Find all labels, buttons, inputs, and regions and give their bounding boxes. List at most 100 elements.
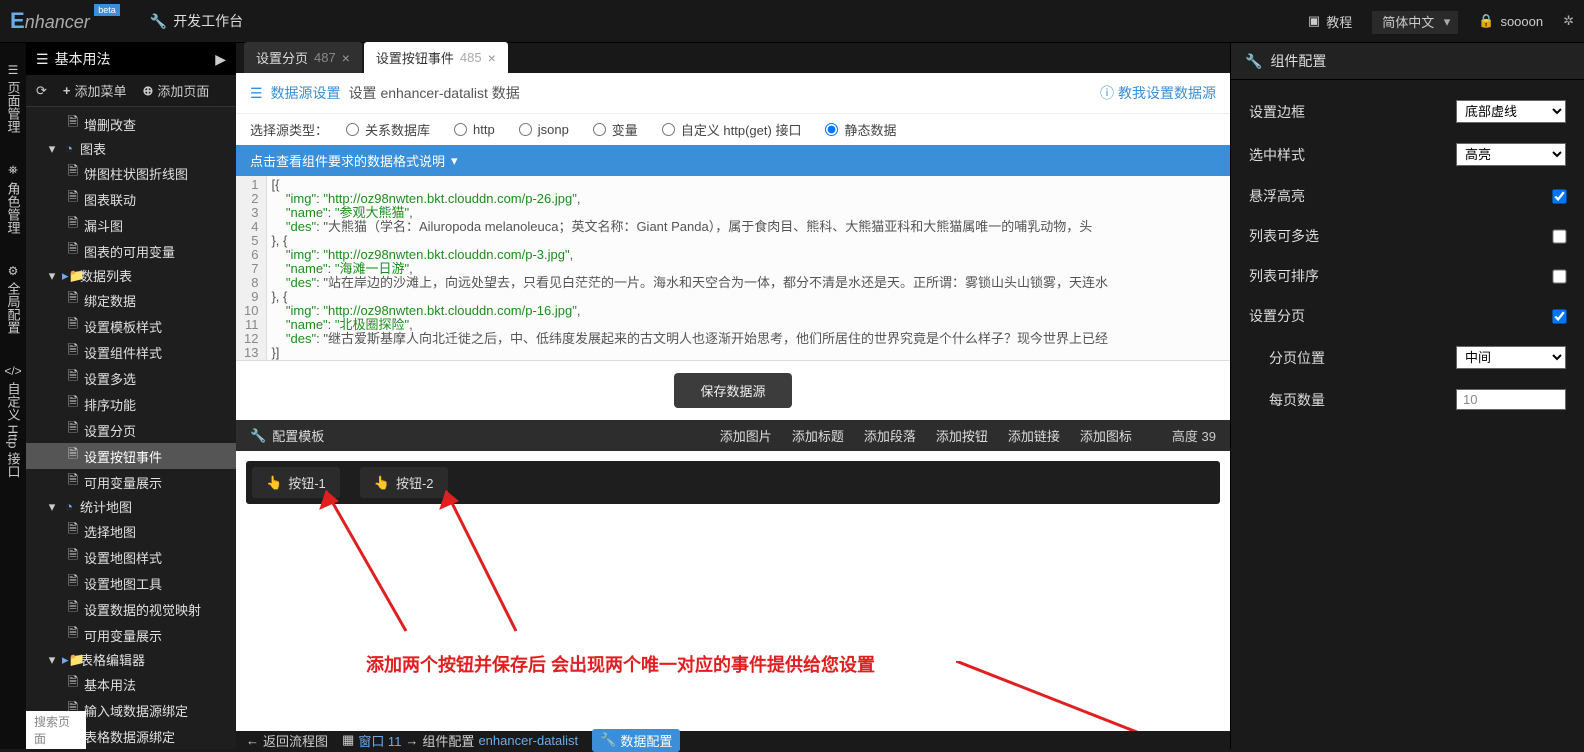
vertical-nav: ☰页面管理 ⛯角色管理 ⚙全局配置 </>自定义 Http 接口 (0, 43, 26, 749)
arrow-left-icon: ← (246, 733, 259, 748)
code-content[interactable]: [{ "img": "http://oz98nwten.bkt.clouddn.… (267, 176, 1230, 360)
tree-item[interactable]: 🗎饼图柱状图折线图 (26, 160, 236, 186)
annotation-arrow (426, 481, 546, 641)
source-type-label: 选择源类型： (250, 120, 328, 139)
vert-role-mgmt[interactable]: ⛯角色管理 (4, 163, 23, 234)
chevron-down-icon: ▾ (451, 153, 458, 169)
tab-button-events[interactable]: 设置按钮事件485 × (364, 42, 508, 73)
sidebar: ☰ 基本用法 ▶ ⟳ +添加菜单 ⊕添加页面 🗎增删改查▾◔图表🗎饼图柱状图折线… (26, 43, 236, 749)
sel-style-select[interactable]: 高亮 (1456, 143, 1566, 166)
tree-item[interactable]: 🗎设置分页 (26, 417, 236, 443)
tree-item[interactable]: 🗎绑定数据 (26, 287, 236, 313)
vert-page-mgmt[interactable]: ☰页面管理 (4, 63, 23, 133)
wrench-icon: 🔧 (150, 13, 167, 30)
source-type-option[interactable]: http (454, 120, 495, 139)
tree-item[interactable]: 🗎排序功能 (26, 391, 236, 417)
close-icon[interactable]: × (488, 50, 496, 66)
vert-global-conf[interactable]: ⚙全局配置 (4, 264, 23, 334)
format-hint-banner[interactable]: 点击查看组件要求的数据格式说明 ▾ (236, 145, 1230, 176)
prop-pagesize-label: 每页数量 (1269, 390, 1325, 410)
tree-item[interactable]: 🗎基本用法 (26, 671, 236, 697)
window-link[interactable]: 窗口 11 (358, 731, 401, 750)
sort-checkbox[interactable] (1552, 269, 1566, 283)
source-type-option[interactable]: 静态数据 (825, 120, 896, 139)
height-value: 39 (1202, 429, 1216, 444)
tree-item[interactable]: 🗎设置模板样式 (26, 313, 236, 339)
pointer-icon: 👆 (266, 475, 282, 491)
tree-item[interactable]: 🗎选择地图 (26, 518, 236, 544)
top-bar: Enhancer beta 🔧 开发工作台 ▣ 教程 简体中文 🔒 soooon… (0, 0, 1584, 43)
settings-icon[interactable]: ✲ (1563, 13, 1574, 29)
tab-settings-paging[interactable]: 设置分页487 × (244, 42, 362, 73)
template-action[interactable]: 添加链接 (1008, 426, 1060, 445)
back-link[interactable]: ← 返回流程图 (246, 731, 328, 750)
component-name-link[interactable]: enhancer-datalist (478, 733, 578, 748)
source-type-option[interactable]: 关系数据库 (346, 120, 430, 139)
source-type-row: 选择源类型： 关系数据库 http jsonp 变量 自定义 http(get)… (236, 113, 1230, 145)
page-size-input[interactable] (1456, 389, 1566, 410)
template-action[interactable]: 添加标题 (792, 426, 844, 445)
info-icon: ⓘ (1100, 83, 1114, 103)
sidebar-header: ☰ 基本用法 ▶ (26, 43, 236, 75)
tutorial-link[interactable]: ▣ 教程 (1308, 12, 1352, 31)
user-menu[interactable]: 🔒 soooon (1478, 13, 1543, 29)
workbench-link[interactable]: 🔧 开发工作台 (150, 11, 243, 31)
border-select[interactable]: 底部虚线 (1456, 100, 1566, 123)
tree-item[interactable]: 🗎设置按钮事件 (26, 443, 236, 469)
tree-item[interactable]: 🗎图表的可用变量 (26, 238, 236, 264)
component-label: 组件配置 (422, 731, 474, 750)
template-toolbar: 🔧 配置模板 添加图片添加标题添加段落添加按钮添加链接添加图标 高度 39 (236, 420, 1230, 451)
annotation-arrow (306, 481, 426, 641)
tree-item[interactable]: 🗎图表联动 (26, 186, 236, 212)
tree-item[interactable]: 🗎设置地图工具 (26, 570, 236, 596)
tree-item[interactable]: ▾▸📁数据列表 (26, 264, 236, 287)
tree-item[interactable]: ▾◔图表 (26, 137, 236, 160)
page-pos-select[interactable]: 中间 (1456, 346, 1566, 369)
paging-checkbox[interactable] (1552, 309, 1566, 323)
tree-item[interactable]: 🗎可用变量展示 (26, 469, 236, 495)
line-gutter: 12345678910111213 (236, 176, 267, 360)
tree-item[interactable]: 🗎设置多选 (26, 365, 236, 391)
tree-item[interactable]: 🗎设置地图样式 (26, 544, 236, 570)
tree-item[interactable]: ▾◔统计地图 (26, 495, 236, 518)
template-action[interactable]: 添加段落 (864, 426, 916, 445)
add-menu-button[interactable]: +添加菜单 (63, 81, 127, 100)
source-type-option[interactable]: jsonp (519, 120, 569, 139)
prop-pagepos-label: 分页位置 (1269, 348, 1325, 368)
prop-multi-label: 列表可多选 (1249, 226, 1319, 246)
source-type-option[interactable]: 变量 (593, 120, 638, 139)
source-type-option[interactable]: 自定义 http(get) 接口 (662, 120, 802, 139)
tree-item[interactable]: 🗎设置组件样式 (26, 339, 236, 365)
template-action[interactable]: 添加按钮 (936, 426, 988, 445)
datasource-title: 设置 enhancer-datalist 数据 (349, 83, 520, 103)
data-config-button[interactable]: 🔧 数据配置 (592, 729, 680, 752)
template-action[interactable]: 添加图标 (1080, 426, 1132, 445)
search-input[interactable]: 搜索页面 (26, 711, 86, 749)
lock-icon: 🔒 (1478, 13, 1494, 29)
tree-item[interactable]: 🗎设置数据的视觉映射 (26, 596, 236, 622)
tree-item[interactable]: ▾▸📁表格编辑器 (26, 648, 236, 671)
language-select[interactable]: 简体中文 (1372, 11, 1458, 34)
datasource-settings-link[interactable]: 数据源设置 (271, 83, 341, 103)
logo: Enhancer beta (10, 8, 120, 34)
hover-checkbox[interactable] (1552, 189, 1566, 203)
beta-badge: beta (94, 4, 120, 16)
template-action[interactable]: 添加图片 (720, 426, 772, 445)
wrench-icon: 🔧 (250, 428, 266, 444)
multi-checkbox[interactable] (1552, 229, 1566, 243)
tree-item[interactable]: 🗎漏斗图 (26, 212, 236, 238)
tree-item[interactable]: 🗎可用变量展示 (26, 622, 236, 648)
prop-paging-label: 设置分页 (1249, 306, 1305, 326)
vert-http-api[interactable]: </>自定义 Http 接口 (4, 364, 23, 478)
refresh-icon[interactable]: ⟳ (36, 83, 47, 99)
help-link[interactable]: ⓘ 教我设置数据源 (1100, 83, 1216, 103)
save-datasource-button[interactable]: 保存数据源 (674, 373, 791, 408)
prop-sort-label: 列表可排序 (1249, 266, 1319, 286)
right-panel: 🔧 组件配置 设置边框 底部虚线 选中样式 高亮 悬浮高亮 列表可多选 列表可排… (1230, 43, 1584, 749)
code-editor[interactable]: 12345678910111213 [{ "img": "http://oz98… (236, 176, 1230, 361)
tree-item[interactable]: 🗎增删改查 (26, 111, 236, 137)
play-icon[interactable]: ▶ (215, 51, 226, 68)
menu-icon[interactable]: ☰ (36, 51, 49, 68)
close-icon[interactable]: × (342, 50, 350, 66)
add-page-button[interactable]: ⊕添加页面 (143, 81, 210, 100)
